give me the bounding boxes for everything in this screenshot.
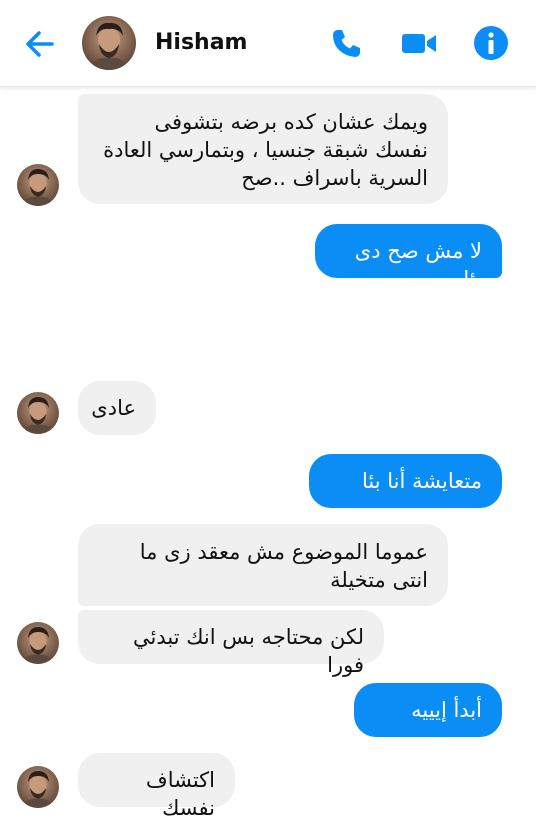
message-bubble-incoming[interactable]: عموما الموضوع مش معقد زى ما انتى متخيلة	[78, 524, 448, 606]
message-bubble-incoming[interactable]: عادى	[78, 381, 156, 435]
info-icon[interactable]	[472, 24, 510, 62]
contact-avatar[interactable]	[17, 766, 59, 808]
contact-avatar[interactable]	[17, 392, 59, 434]
contact-avatar[interactable]	[82, 16, 136, 70]
message-bubble-incoming[interactable]: اكتشاف نفسك	[78, 753, 235, 820]
contact-name[interactable]: Hisham	[155, 30, 247, 55]
message-bubble-outgoing[interactable]: لا مش صح دى بئا	[315, 224, 502, 291]
message-bubble-incoming[interactable]: لكن محتاجه بس انك تبدئي فورا	[78, 610, 384, 677]
contact-avatar[interactable]	[17, 622, 59, 664]
phone-icon[interactable]	[328, 24, 366, 62]
contact-avatar[interactable]	[17, 164, 59, 206]
chat-header: Hisham	[0, 0, 536, 87]
message-bubble-outgoing[interactable]: متعايشة أنا بئا ....	[309, 454, 502, 521]
message-bubble-outgoing[interactable]: أبدأ إيييه بس	[354, 683, 502, 750]
message-bubble-incoming[interactable]: ويمك عشان كده برضه بتشوفى نفسك شبقة جنسي…	[78, 94, 448, 204]
back-arrow-icon[interactable]	[22, 26, 58, 62]
video-camera-icon[interactable]	[400, 24, 438, 62]
